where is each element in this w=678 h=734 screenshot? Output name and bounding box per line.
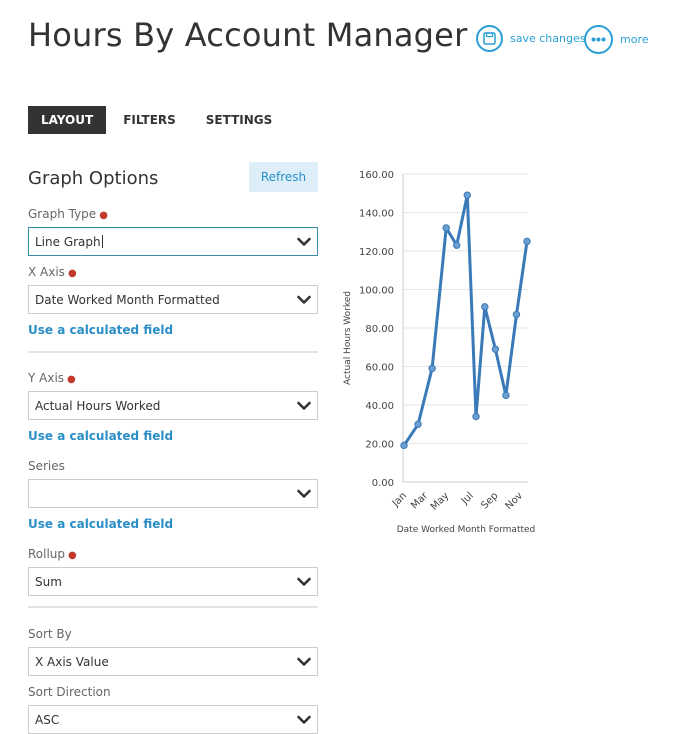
rollup-label-text: Rollup (28, 547, 66, 561)
sort-direction-label: Sort Direction (28, 685, 111, 699)
tab-filters[interactable]: FILTERS (110, 106, 189, 134)
rollup-select[interactable]: Sum (28, 567, 318, 596)
y-tick-label: 80.00 (365, 324, 394, 335)
graph-type-label-text: Graph Type (28, 207, 97, 221)
divider (28, 351, 318, 353)
series-calculated-field-link[interactable]: Use a calculated field (28, 517, 173, 531)
chevron-down-icon (297, 295, 311, 304)
page-title: Hours By Account Manager (28, 16, 468, 54)
x-axis-label-text: X Axis (28, 265, 65, 279)
y-axis-value: Actual Hours Worked (35, 399, 161, 413)
data-point (472, 412, 480, 421)
sort-by-label: Sort By (28, 627, 72, 641)
graph-type-value-text: Line Graph (35, 235, 101, 249)
chevron-down-icon (297, 237, 311, 246)
x-tick-label: Mar (409, 490, 431, 512)
data-point (400, 441, 408, 450)
data-point (442, 224, 450, 232)
data-point (523, 237, 531, 246)
tab-bar: LAYOUT FILTERS SETTINGS (28, 106, 289, 134)
y-axis-label-text: Y Axis (28, 371, 65, 385)
divider (28, 606, 318, 608)
data-point (481, 303, 489, 311)
save-icon (476, 25, 503, 52)
data-point (502, 391, 510, 400)
x-tick-label: Jan (390, 490, 409, 509)
y-axis-calculated-field-link[interactable]: Use a calculated field (28, 429, 173, 443)
graph-type-select[interactable]: Line Graph (28, 227, 318, 256)
save-changes-button[interactable]: save changes (476, 25, 585, 52)
required-indicator: ● (67, 268, 77, 279)
x-axis-title: Date Worked Month Formatted (397, 525, 536, 535)
chevron-down-icon (297, 401, 311, 410)
sort-by-select[interactable]: X Axis Value (28, 647, 318, 676)
graph-type-value: Line Graph (35, 235, 103, 249)
y-tick-label: 120.00 (359, 247, 394, 258)
series-line (402, 193, 529, 447)
chevron-down-icon (297, 657, 311, 666)
line-chart-svg: 0.00 20.00 40.00 60.00 80.00 100.00 120.00 140.… (343, 170, 536, 535)
y-tick-label: 160.00 (359, 170, 394, 181)
x-axis-select[interactable]: Date Worked Month Formatted (28, 285, 318, 314)
sort-by-value: X Axis Value (35, 655, 109, 669)
y-tick-label: 140.00 (359, 209, 394, 220)
text-cursor (101, 235, 103, 248)
y-tick-label: 20.00 (365, 440, 394, 451)
required-indicator: ● (67, 374, 76, 385)
chevron-down-icon (297, 489, 311, 498)
required-indicator: ● (68, 550, 77, 561)
data-point (463, 191, 471, 199)
y-axis-label: Y Axis ● (28, 371, 76, 385)
more-icon (584, 25, 613, 54)
graph-type-label: Graph Type ● (28, 207, 108, 221)
data-point (512, 310, 521, 319)
rollup-value: Sum (35, 575, 62, 589)
refresh-button[interactable]: Refresh (249, 162, 318, 192)
sort-direction-select[interactable]: ASC (28, 705, 318, 734)
required-indicator: ● (99, 210, 108, 221)
chevron-down-icon (297, 577, 311, 586)
data-point (453, 241, 461, 249)
series-label: Series (28, 459, 65, 473)
save-changes-label: save changes (510, 32, 586, 45)
tab-layout[interactable]: LAYOUT (28, 106, 107, 134)
x-tick-label: May (429, 490, 451, 512)
y-axis-title: Actual Hours Worked (343, 291, 353, 385)
x-axis-value: Date Worked Month Formatted (35, 293, 220, 307)
line-chart: 0.00 20.00 40.00 60.00 80.00 100.00 120.00 140.… (338, 160, 538, 540)
data-point (491, 345, 500, 353)
data-point (428, 364, 436, 373)
tab-settings[interactable]: SETTINGS (193, 106, 286, 134)
x-tick-label: Sep (479, 490, 500, 511)
x-axis-label: X Axis ● (28, 265, 77, 279)
y-tick-label: 100.00 (359, 286, 394, 297)
y-tick-label: 60.00 (365, 363, 394, 374)
x-axis-calculated-field-link[interactable]: Use a calculated field (28, 323, 173, 337)
more-label: more (620, 33, 649, 46)
more-button[interactable]: more (584, 25, 649, 54)
data-point (414, 420, 422, 428)
section-title: Graph Options (28, 168, 159, 189)
rollup-label: Rollup ● (28, 547, 77, 561)
x-tick-label: Jul (459, 490, 476, 507)
series-select[interactable] (28, 479, 318, 508)
y-tick-label: 0.00 (372, 478, 394, 489)
sort-direction-value: ASC (35, 713, 60, 727)
chevron-down-icon (297, 715, 311, 724)
y-tick-label: 40.00 (365, 401, 394, 412)
x-tick-label: Nov (504, 490, 526, 512)
y-axis-select[interactable]: Actual Hours Worked (28, 391, 318, 420)
